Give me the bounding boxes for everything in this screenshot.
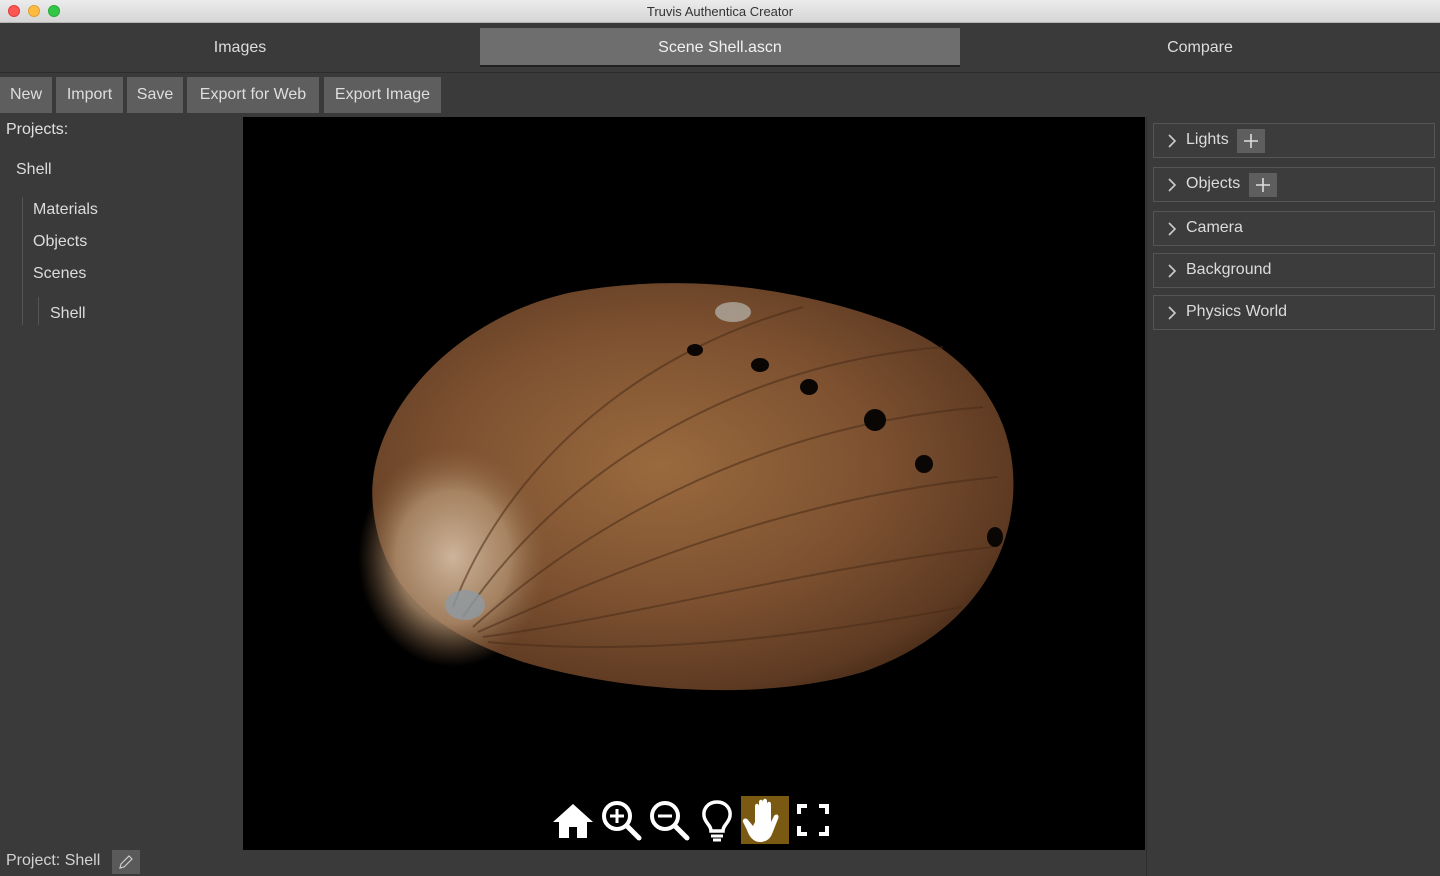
tree-item-objects[interactable]: Objects — [33, 233, 87, 251]
tree-item-materials[interactable]: Materials — [33, 201, 98, 219]
panel-label: Objects — [1186, 175, 1241, 192]
zoom-in-button[interactable] — [597, 796, 645, 844]
panel-objects[interactable]: Objects — [1153, 167, 1435, 202]
chevron-right-icon — [1168, 222, 1177, 236]
panel-label: Background — [1186, 261, 1272, 278]
tree-guide-line — [22, 197, 23, 325]
window-title: Truvis Authentica Creator — [646, 4, 794, 19]
zoom-out-button[interactable] — [645, 796, 693, 844]
chevron-right-icon — [1168, 306, 1177, 320]
projects-label: Projects: — [6, 121, 69, 138]
export-for-web-button[interactable]: Export for Web — [187, 77, 319, 113]
panel-lights[interactable]: Lights — [1153, 123, 1435, 158]
panel-label: Physics World — [1186, 303, 1288, 320]
tree-item-scene-shell[interactable]: Shell — [50, 305, 86, 323]
add-light-button[interactable] — [1237, 129, 1265, 153]
add-object-button[interactable] — [1249, 173, 1277, 197]
home-button[interactable] — [549, 796, 597, 844]
import-button[interactable]: Import — [56, 77, 123, 113]
title-bar: Truvis Authentica Creator — [0, 0, 1440, 23]
chevron-right-icon — [1168, 178, 1177, 192]
fullscreen-icon — [797, 804, 829, 836]
zoom-out-icon — [650, 801, 690, 841]
save-button[interactable]: Save — [127, 77, 183, 113]
shell-apex — [445, 590, 485, 620]
tab-scene[interactable]: Scene Shell.ascn — [480, 28, 960, 67]
plus-icon — [1244, 134, 1258, 148]
panel-label: Camera — [1186, 219, 1243, 236]
panel-label: Lights — [1186, 131, 1229, 148]
pencil-icon — [119, 855, 133, 869]
chevron-right-icon — [1168, 134, 1177, 148]
plus-icon — [1256, 178, 1270, 192]
new-button[interactable]: New — [0, 77, 52, 113]
properties-panel: Lights Objects Camera Background Physics… — [1146, 117, 1440, 876]
panel-background[interactable]: Background — [1153, 253, 1435, 288]
chevron-right-icon — [1168, 264, 1177, 278]
project-status: Project: Shell — [6, 852, 101, 869]
tree-guide-line — [38, 297, 39, 325]
edit-project-button[interactable] — [112, 850, 140, 874]
fullscreen-button[interactable] — [789, 796, 837, 844]
export-image-button[interactable]: Export Image — [324, 77, 441, 113]
shell-pale-area — [358, 447, 548, 667]
shell-model — [358, 283, 1014, 691]
tab-compare[interactable]: Compare — [960, 28, 1440, 67]
main-tabs: Images Scene Shell.ascn Compare — [0, 23, 1440, 73]
light-button[interactable] — [693, 796, 741, 844]
zoom-in-icon — [602, 801, 642, 841]
hand-pan-icon — [742, 798, 779, 842]
home-icon — [553, 804, 593, 838]
pan-button[interactable] — [741, 796, 789, 844]
tree-item-scenes[interactable]: Scenes — [33, 265, 86, 283]
panel-camera[interactable]: Camera — [1153, 211, 1435, 246]
scene-viewport[interactable] — [243, 117, 1145, 850]
panel-physics-world[interactable]: Physics World — [1153, 295, 1435, 330]
tab-images[interactable]: Images — [0, 28, 480, 67]
project-tree: Projects: Shell Materials Objects Scenes… — [0, 117, 242, 847]
project-shell[interactable]: Shell — [16, 161, 52, 179]
shell-white-spot — [715, 302, 751, 322]
lightbulb-icon — [702, 800, 732, 842]
